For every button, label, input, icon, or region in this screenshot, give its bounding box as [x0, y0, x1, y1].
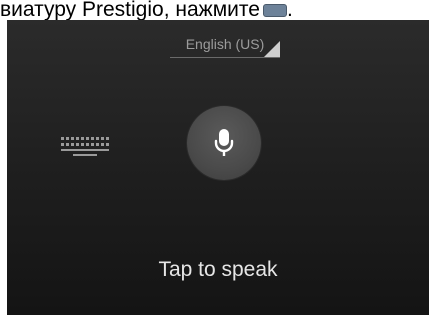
- caption-text: виатуру Prestigio, нажмите: [0, 0, 260, 21]
- language-label: English (US): [185, 36, 265, 52]
- document-caption: виатуру Prestigio, нажмите.: [0, 0, 435, 22]
- keyboard-key-icon: [262, 4, 287, 17]
- dropdown-corner-icon: [264, 41, 280, 57]
- microphone-button[interactable]: [187, 106, 261, 180]
- microphone-icon: [214, 129, 234, 156]
- language-underline: [170, 57, 280, 58]
- voice-input-screen: English (US) Tap to speak: [7, 20, 429, 315]
- caption-end: .: [286, 0, 293, 21]
- keyboard-icon[interactable]: [57, 135, 117, 159]
- tap-to-speak-label: Tap to speak: [158, 258, 278, 281]
- language-selector[interactable]: English (US): [170, 34, 280, 60]
